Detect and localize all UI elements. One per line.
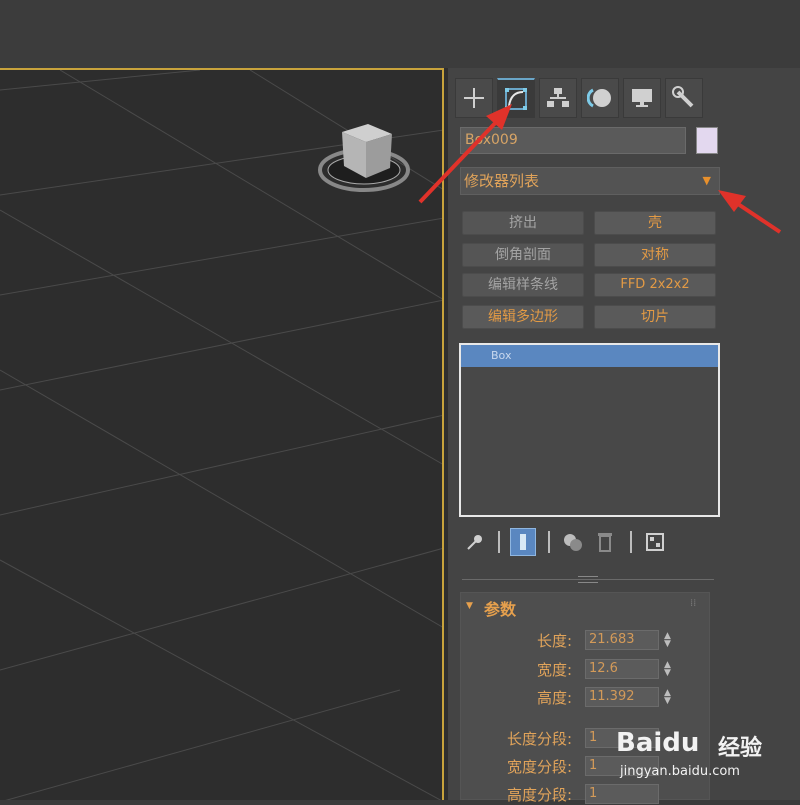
watermark-brand-cn: 经验 bbox=[718, 736, 763, 761]
annotation-arrow bbox=[418, 116, 502, 204]
baidu-watermark: Baidu 经验 jingyan.baidu.com bbox=[614, 716, 800, 800]
watermark-url: jingyan.baidu.com bbox=[620, 764, 740, 779]
watermark-brand: Baidu bbox=[616, 728, 700, 758]
annotation-arrows bbox=[418, 104, 782, 234]
